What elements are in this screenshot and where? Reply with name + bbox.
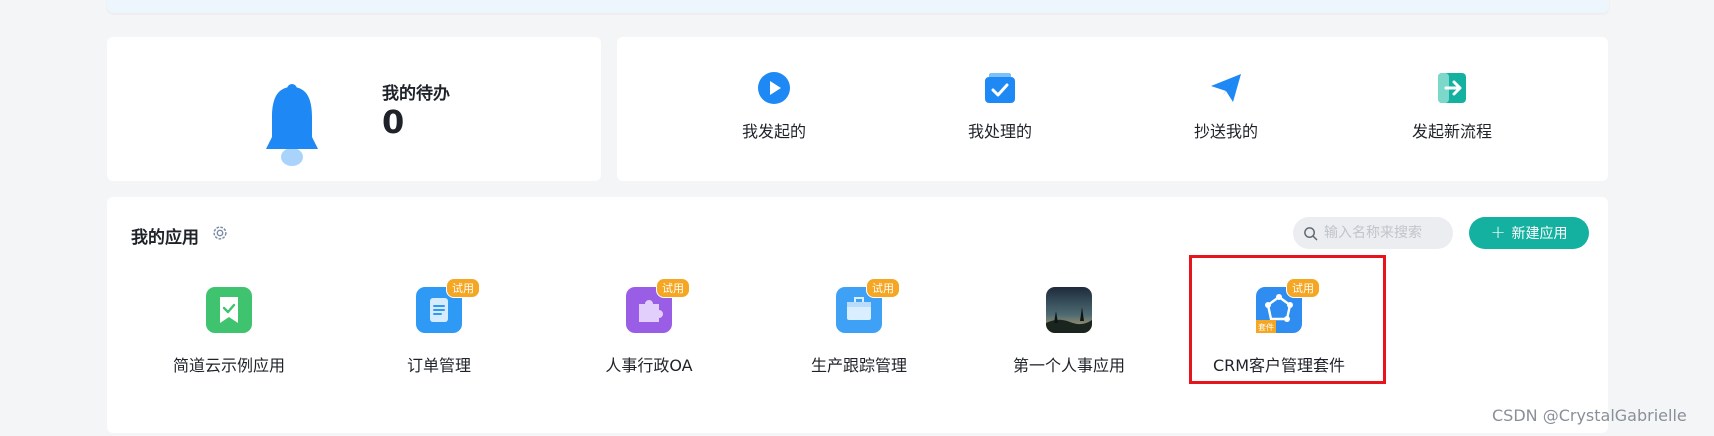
app-item[interactable]: 第一个人事应用 <box>974 287 1164 387</box>
flow-item-cc[interactable]: 抄送我的 <box>1146 71 1306 151</box>
app-icon: 试用 <box>626 278 690 333</box>
search-icon <box>1304 226 1318 240</box>
play-circle-icon <box>758 72 790 104</box>
paper-plane-icon <box>1211 74 1241 102</box>
app-name: 人事行政OA <box>605 356 693 375</box>
watermark: CSDN @CrystalGabrielle <box>1492 406 1687 425</box>
inbox-check-icon <box>985 73 1015 103</box>
trial-badge: 试用 <box>656 278 690 298</box>
trial-badge: 试用 <box>866 278 900 298</box>
bell-icon <box>266 84 318 166</box>
flow-item-new-flow[interactable]: 发起新流程 <box>1372 71 1532 151</box>
top-banner-strip <box>107 0 1609 13</box>
app-name: 生产跟踪管理 <box>810 356 907 375</box>
app-icon: 试用 <box>416 278 480 333</box>
app-name: 第一个人事应用 <box>1012 356 1125 375</box>
landscape-photo-icon <box>1046 287 1092 333</box>
selection-highlight-box <box>1189 255 1386 384</box>
bookmark-check-icon <box>206 287 252 333</box>
flow-item-label: 我处理的 <box>967 122 1032 141</box>
flow-item-handled[interactable]: 我处理的 <box>920 71 1080 151</box>
flow-item-label: 抄送我的 <box>1193 122 1258 141</box>
app-item[interactable]: 试用 订单管理 <box>344 278 534 387</box>
app-item[interactable]: 简道云示例应用 <box>134 287 324 387</box>
apps-section-title: 我的应用 <box>131 228 199 248</box>
todo-count: 0 <box>382 103 405 141</box>
app-search-input[interactable] <box>1324 225 1444 241</box>
gear-icon[interactable] <box>211 224 229 242</box>
app-name: 简道云示例应用 <box>172 356 285 375</box>
app-search-box[interactable] <box>1293 217 1453 249</box>
exit-arrow-icon <box>1438 73 1466 103</box>
plus-icon: + <box>1490 222 1506 243</box>
flow-item-initiated[interactable]: 我发起的 <box>694 71 854 151</box>
new-app-button[interactable]: + 新建应用 <box>1469 217 1589 249</box>
app-item[interactable]: 试用 生产跟踪管理 <box>764 278 954 387</box>
app-icon: 试用 <box>836 278 900 333</box>
trial-badge: 试用 <box>446 278 480 298</box>
app-icon <box>1046 287 1092 333</box>
app-icon <box>206 287 252 333</box>
app-item[interactable]: 试用 人事行政OA <box>554 278 744 387</box>
workflow-card: 我发起的 我处理的 抄送我的 发起新流程 <box>617 37 1608 181</box>
todo-label: 我的待办 <box>382 84 450 104</box>
app-name: 订单管理 <box>406 356 471 375</box>
new-app-button-label: 新建应用 <box>1511 226 1568 242</box>
todo-card[interactable]: 我的待办 0 <box>107 37 601 181</box>
flow-item-label: 我发起的 <box>741 122 806 141</box>
flow-item-label: 发起新流程 <box>1411 122 1492 141</box>
